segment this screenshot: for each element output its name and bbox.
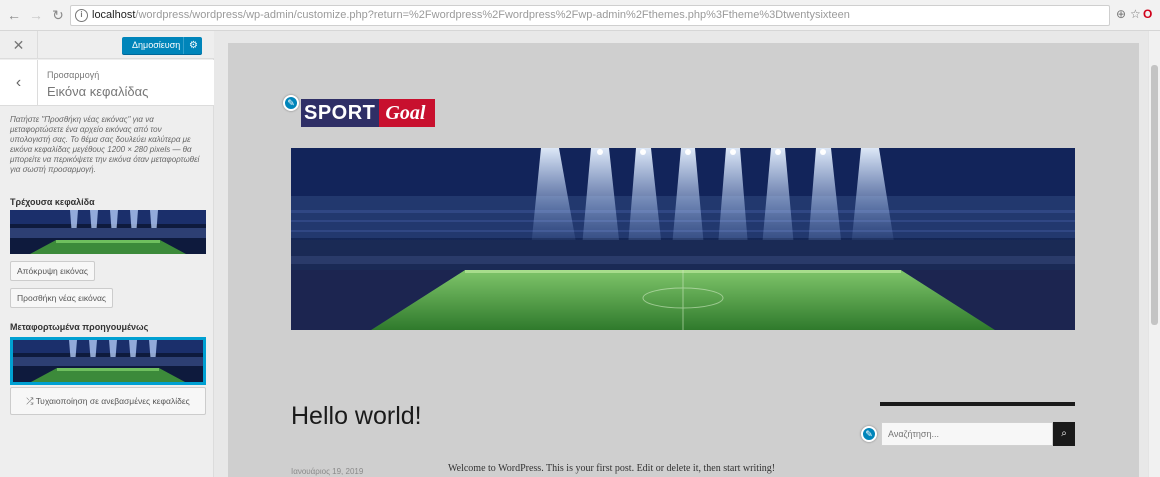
search-input[interactable]	[881, 422, 1053, 446]
post-title[interactable]: Hello world!	[291, 402, 422, 431]
current-header-label: Τρέχουσα κεφαλίδα	[10, 197, 95, 207]
browser-toolbar: ← → ↻ i localhost/wordpress/wordpress/wp…	[0, 0, 1160, 31]
stadium-uploaded-image	[13, 340, 203, 382]
stadium-header-image	[291, 148, 1075, 330]
search-icon[interactable]: ⌕	[1053, 422, 1075, 446]
pencil-icon[interactable]: ✎	[283, 95, 299, 111]
scrollbar-thumb[interactable]	[1151, 65, 1158, 325]
add-new-image-button[interactable]: Προσθήκη νέας εικόνας	[10, 288, 113, 308]
section-header: ‹ Προσαρμογή Εικόνα κεφαλίδας	[0, 60, 214, 106]
uploaded-header-thumbnail[interactable]	[10, 337, 206, 385]
logo-text-goal: Goal	[379, 99, 436, 127]
widget-divider	[880, 402, 1075, 406]
forward-arrow-icon[interactable]: →	[28, 7, 44, 23]
zoom-icon[interactable]: ⊕	[1116, 7, 1126, 21]
address-bar[interactable]: i localhost/wordpress/wordpress/wp-admin…	[70, 5, 1110, 26]
post-date[interactable]: Ιανουάριος 19, 2019	[291, 467, 363, 476]
close-icon[interactable]: ✕	[0, 31, 38, 59]
pencil-icon[interactable]: ✎	[861, 426, 877, 442]
publish-label: Δημοσίευση	[132, 40, 181, 50]
star-icon[interactable]: ☆	[1130, 7, 1141, 21]
opera-icon[interactable]: O	[1143, 7, 1152, 21]
gear-icon[interactable]: ⚙	[183, 37, 198, 54]
info-icon[interactable]: i	[75, 9, 88, 22]
search-widget: ✎ ⌕	[861, 422, 1075, 446]
chevron-left-icon[interactable]: ‹	[0, 60, 38, 106]
preview-scrollbar[interactable]	[1148, 31, 1160, 477]
current-header-thumbnail[interactable]	[10, 210, 206, 254]
randomize-headers-button[interactable]: ⤮ Τυχαιοποίηση σε ανεβασμένες κεφαλίδες	[10, 387, 206, 415]
logo-image: SPORT Goal	[301, 99, 436, 127]
header-image	[291, 148, 1075, 330]
publish-button[interactable]: Δημοσίευση ⚙	[122, 37, 202, 54]
url-text: localhost/wordpress/wordpress/wp-admin/c…	[92, 9, 850, 21]
customizer-sidebar: ✕ Δημοσίευση ⚙ ‹ Προσαρμογή Εικόνα κεφαλ…	[0, 31, 214, 477]
breadcrumb: Προσαρμογή	[47, 70, 100, 80]
randomize-label: Τυχαιοποίηση σε ανεβασμένες κεφαλίδες	[35, 396, 190, 406]
shuffle-icon: ⤮	[26, 396, 34, 406]
customizer-preview: ✎ SPORT Goal Hello world! Ιανουάριος 19,…	[214, 31, 1160, 477]
site-preview: ✎ SPORT Goal Hello world! Ιανουάριος 19,…	[228, 43, 1139, 477]
hide-image-button[interactable]: Απόκρυψη εικόνας	[10, 261, 95, 281]
back-arrow-icon[interactable]: ←	[6, 7, 22, 23]
previously-uploaded-label: Μεταφορτωμένα προηγουμένως	[10, 322, 149, 332]
customizer-header: ✕ Δημοσίευση ⚙	[0, 31, 214, 59]
logo-text-sport: SPORT	[301, 99, 380, 127]
reload-icon[interactable]: ↻	[50, 7, 66, 23]
stadium-thumbnail-image	[10, 210, 206, 254]
section-title: Εικόνα κεφαλίδας	[47, 84, 149, 99]
post-excerpt: Welcome to WordPress. This is your first…	[448, 463, 776, 474]
header-image-description: Πατήστε "Προσθήκη νέας εικόνας" για να μ…	[10, 115, 200, 174]
